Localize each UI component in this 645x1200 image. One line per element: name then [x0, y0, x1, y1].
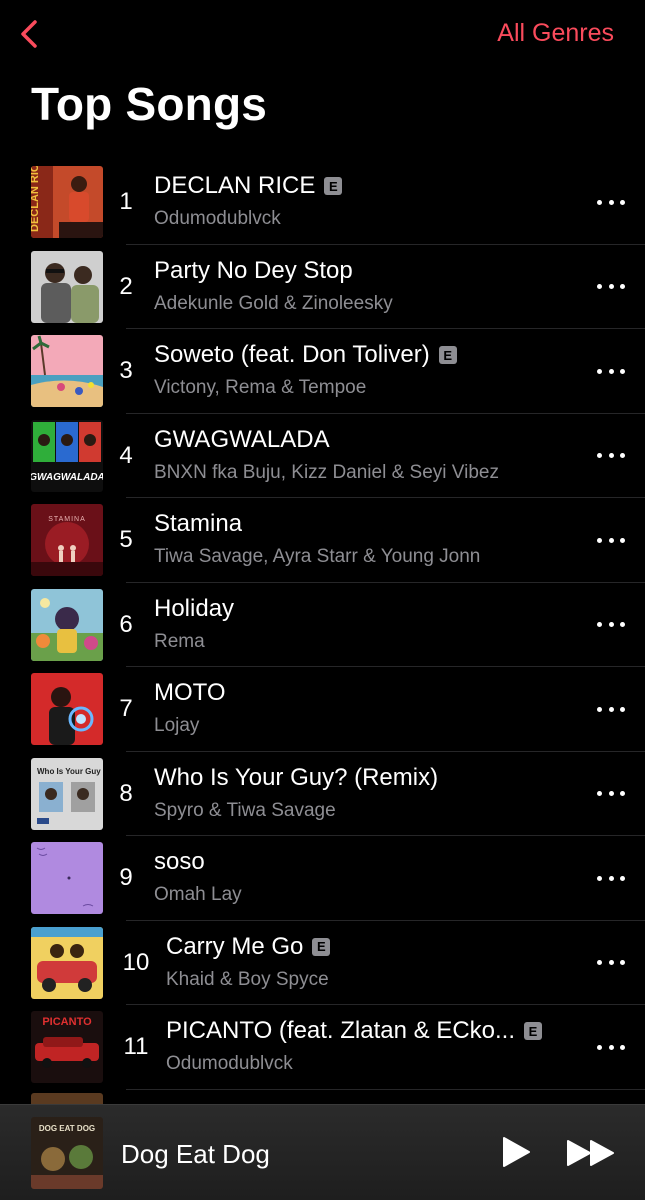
- song-artist: Lojay: [154, 715, 200, 736]
- song-artist: Khaid & Boy Spyce: [166, 968, 329, 990]
- row-divider: [126, 1088, 645, 1090]
- chart-rank: 5: [119, 526, 133, 553]
- album-art: [31, 842, 103, 914]
- album-art: Who Is Your Guy: [31, 757, 103, 830]
- more-options-icon[interactable]: [597, 1035, 625, 1059]
- song-artist: Tiwa Savage, Ayra Starr & Young Jonn: [154, 546, 481, 567]
- song-artist: BNXN fka Buju, Kizz Daniel & Seyi Vibez: [154, 461, 499, 483]
- song-artist: Omah Lay: [154, 884, 242, 905]
- song-list: DECLAN RICE 1 DECLAN RICE E Odumodublvck: [0, 160, 645, 1090]
- chart-rank: 9: [119, 864, 133, 891]
- more-options-icon[interactable]: [597, 613, 625, 637]
- album-art: STAMINA: [31, 504, 103, 576]
- more-options-icon[interactable]: [597, 782, 625, 806]
- chart-rank: 8: [119, 779, 133, 807]
- svg-text:DOG EAT DOG: DOG EAT DOG: [39, 1124, 95, 1133]
- song-row[interactable]: DECLAN RICE 1 DECLAN RICE E Odumodublvck: [0, 160, 645, 245]
- album-art: [31, 335, 103, 407]
- forward-icon[interactable]: [566, 1138, 616, 1168]
- more-options-icon[interactable]: [597, 866, 625, 890]
- song-artist: Odumodublvck: [154, 208, 281, 229]
- song-row[interactable]: STAMINA 5 Stamina Tiwa Savage, Ayra Star…: [0, 498, 645, 583]
- now-playing-title: Dog Eat Dog: [121, 1139, 270, 1169]
- all-genres-link[interactable]: All Genres: [497, 19, 614, 48]
- song-row[interactable]: 2 Party No Dey Stop Adekunle Gold & Zino…: [0, 245, 645, 329]
- song-title: Holiday: [154, 594, 235, 622]
- song-title: Party No Dey Stop: [154, 256, 353, 284]
- song-title: MOTO: [154, 679, 226, 706]
- song-title: GWAGWALADA: [154, 425, 330, 453]
- more-options-icon[interactable]: [597, 951, 625, 975]
- song-title: Who Is Your Guy? (Remix): [154, 763, 439, 791]
- navigation-bar: All Genres: [0, 0, 645, 70]
- song-artist: Adekunle Gold & Zinoleesky: [154, 292, 393, 314]
- album-art: [31, 250, 103, 323]
- more-options-icon[interactable]: [597, 528, 625, 552]
- chart-rank: 1: [119, 188, 133, 215]
- album-art: GWAGWALADA: [31, 419, 103, 492]
- album-art: DECLAN RICE: [31, 166, 103, 238]
- more-options-icon[interactable]: [597, 275, 625, 299]
- explicit-badge: E: [438, 346, 457, 364]
- song-title: Stamina: [154, 510, 243, 537]
- song-row[interactable]: 3 Soweto (feat. Don Toliver) E Victony, …: [0, 329, 645, 414]
- svg-text:DECLAN RICE: DECLAN RICE: [31, 166, 41, 232]
- song-row[interactable]: GWAGWALADA 4 GWAGWALADA BNXN fka Buju, K…: [0, 414, 645, 498]
- play-icon[interactable]: [500, 1135, 532, 1169]
- song-row[interactable]: Who Is Your Guy 8 Who Is Your Guy? (Remi…: [0, 752, 645, 836]
- chart-rank: 2: [119, 272, 133, 300]
- song-artist: Rema: [154, 630, 205, 652]
- svg-text:STAMINA: STAMINA: [48, 516, 86, 523]
- chevron-left-icon[interactable]: [14, 14, 48, 54]
- chart-rank: 3: [119, 357, 133, 384]
- mini-player[interactable]: DOG EAT DOG Dog Eat Dog: [0, 1104, 645, 1200]
- more-options-icon[interactable]: [597, 444, 625, 468]
- song-row[interactable]: 6 Holiday Rema: [0, 583, 645, 667]
- song-title: PICANTO (feat. Zlatan & ECko...: [166, 1017, 516, 1044]
- more-options-icon[interactable]: [597, 697, 625, 721]
- svg-text:Who Is Your Guy: Who Is Your Guy: [37, 767, 101, 776]
- more-options-icon[interactable]: [597, 190, 625, 214]
- song-row[interactable]: 7 MOTO Lojay: [0, 667, 645, 752]
- page-title: Top Songs: [31, 78, 268, 130]
- chart-rank: 10: [122, 948, 150, 976]
- album-art: PICANTO: [31, 1011, 103, 1083]
- chart-rank: 11: [123, 1033, 149, 1060]
- svg-text:GWAGWALADA: GWAGWALADA: [31, 472, 103, 483]
- chart-rank: 6: [119, 610, 133, 638]
- album-art: [31, 926, 103, 999]
- explicit-badge: E: [324, 177, 343, 195]
- album-art: [31, 673, 103, 745]
- song-title: soso: [154, 848, 205, 875]
- song-artist: Odumodublvck: [166, 1053, 293, 1074]
- explicit-badge: E: [312, 937, 331, 956]
- song-artist: Victony, Rema & Tempoe: [154, 377, 367, 398]
- song-title: Soweto (feat. Don Toliver): [154, 341, 430, 368]
- more-options-icon[interactable]: [597, 359, 625, 383]
- explicit-badge: E: [524, 1022, 543, 1040]
- svg-text:PICANTO: PICANTO: [42, 1016, 92, 1028]
- song-row[interactable]: 9 soso Omah Lay: [0, 836, 645, 921]
- song-row[interactable]: PICANTO 11 PICANTO (feat. Zlatan & ECko.…: [0, 1005, 645, 1090]
- album-art: [31, 588, 103, 661]
- song-title: Carry Me Go: [166, 932, 304, 960]
- now-playing-art: DOG EAT DOG: [31, 1117, 103, 1189]
- chart-rank: 4: [119, 441, 133, 469]
- song-row[interactable]: 10 Carry Me Go E Khaid & Boy Spyce: [0, 921, 645, 1005]
- song-title: DECLAN RICE: [154, 172, 316, 199]
- chart-rank: 7: [119, 695, 133, 722]
- song-artist: Spyro & Tiwa Savage: [154, 799, 336, 821]
